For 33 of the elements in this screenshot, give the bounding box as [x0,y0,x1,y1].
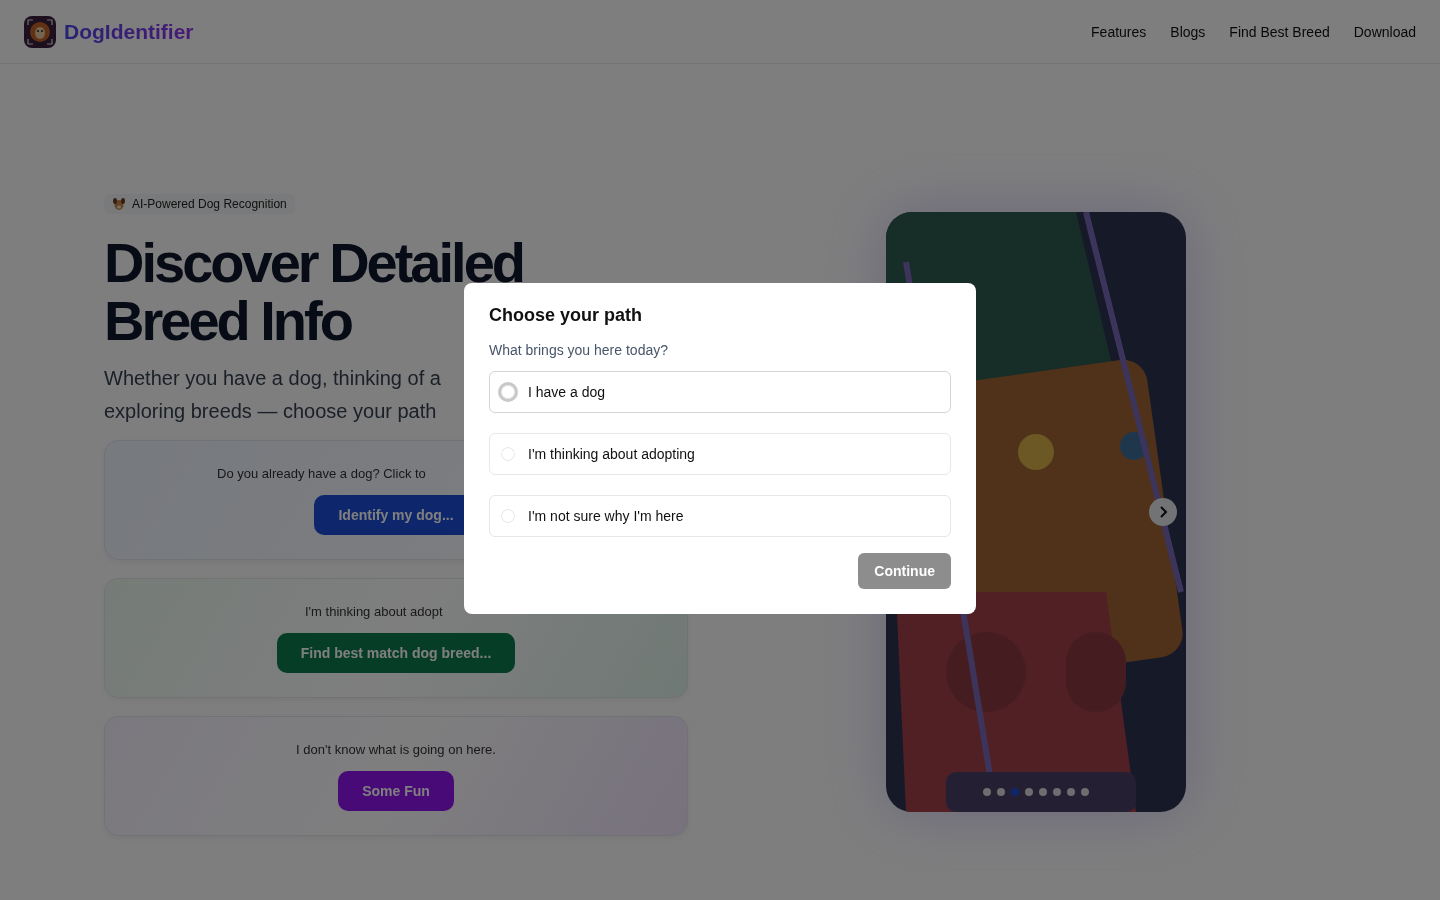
radio-button[interactable] [498,382,518,402]
nav-link[interactable]: Features [1091,23,1147,40]
dialog-question: What brings you here today? [489,342,669,358]
carousel-dot[interactable] [1039,788,1047,796]
card-text: Do you already have a dog? Click to [217,465,426,481]
nav-link[interactable]: Download [1353,23,1416,40]
path-option[interactable]: I'm thinking about adopting [489,433,951,475]
carousel-dot[interactable] [997,788,1005,796]
dog-icon [112,197,126,211]
dialog-title: Choose your path [489,305,643,326]
carousel-dot[interactable] [983,788,991,796]
nav-link[interactable]: Find Best Breed [1229,23,1330,40]
option-label: I'm thinking about adopting [528,446,695,462]
hero-title: Breed Info [104,292,351,350]
path-option[interactable]: I'm not sure why I'm here [489,495,951,537]
path-option[interactable]: I have a dog [489,371,951,413]
option-label: I'm not sure why I'm here [528,508,684,524]
carousel-dot[interactable] [1081,788,1089,796]
card-text: I'm thinking about adopt [305,603,443,619]
hero-title: Discover Detailed [104,234,523,292]
badge-text: AI-Powered Dog Recognition [132,197,287,211]
carousel-dot[interactable] [1067,788,1075,796]
path-button[interactable]: Some Fun [338,770,454,811]
carousel-dot[interactable] [1025,788,1033,796]
option-label: I have a dog [528,384,606,400]
nav-link[interactable]: Blogs [1170,23,1206,40]
card-text: I don't know what is going on here. [296,741,496,757]
carousel-dot[interactable] [1053,788,1061,796]
path-button[interactable]: Find best match dog breed... [276,632,516,673]
hero-subtitle: Whether you have a dog, thinking of a [104,366,441,391]
carousel-dot[interactable] [1011,788,1019,796]
hero-subtitle: exploring breeds — choose your path [104,399,437,424]
logo-icon [24,15,56,48]
